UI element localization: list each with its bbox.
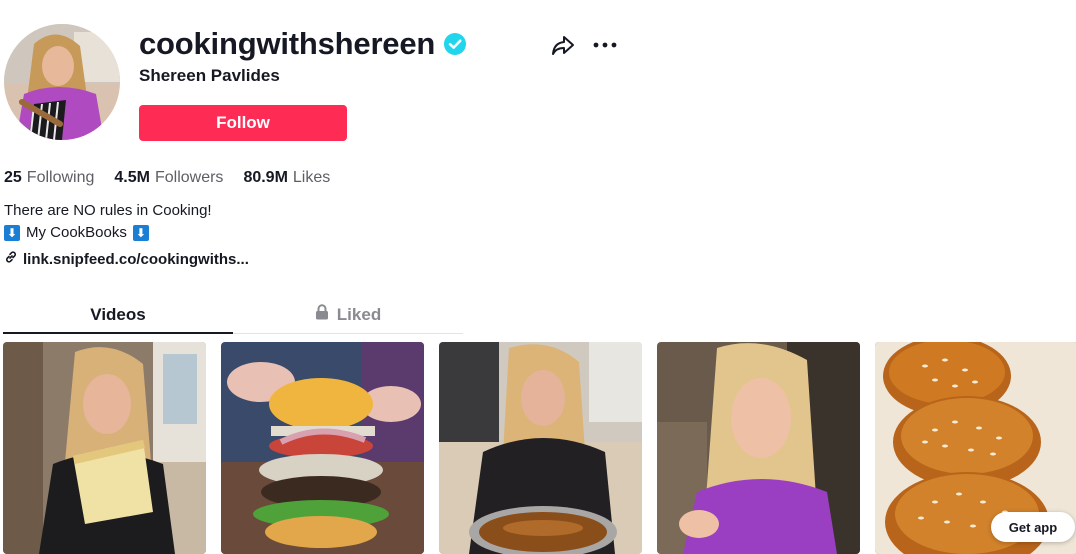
stat-value: 80.9M bbox=[243, 169, 288, 186]
profile-actions bbox=[550, 33, 618, 57]
stat-value: 4.5M bbox=[114, 169, 150, 186]
down-arrow-emoji: ⬇ bbox=[132, 225, 149, 241]
tab-videos[interactable]: Videos bbox=[3, 296, 233, 334]
tab-label: Videos bbox=[90, 304, 146, 324]
tab-liked[interactable]: Liked bbox=[233, 296, 463, 333]
username-row: cookingwithshereen bbox=[139, 24, 467, 64]
avatar[interactable] bbox=[4, 24, 120, 140]
lock-icon bbox=[315, 304, 329, 325]
profile-stats: 25 Following 4.5M Followers 80.9M Likes bbox=[4, 168, 330, 188]
link-icon bbox=[4, 250, 18, 268]
bio-cookbooks-text: My CookBooks bbox=[26, 224, 127, 241]
down-arrow-emoji: ⬇ bbox=[4, 225, 20, 241]
stat-followers[interactable]: 4.5M Followers bbox=[114, 168, 223, 188]
more-icon[interactable] bbox=[592, 33, 618, 57]
profile-tabs: Videos Liked bbox=[3, 296, 463, 334]
bio-line-2: ⬇ My CookBooks ⬇ bbox=[4, 222, 212, 244]
share-icon[interactable] bbox=[550, 33, 576, 57]
follow-button[interactable]: Follow bbox=[139, 105, 347, 141]
get-app-button[interactable]: Get app bbox=[991, 512, 1075, 542]
stat-value: 25 bbox=[4, 169, 22, 186]
profile-link[interactable]: link.snipfeed.co/cookingwiths... bbox=[4, 250, 249, 268]
bio: There are NO rules in Cooking! ⬇ My Cook… bbox=[4, 200, 212, 244]
stat-label: Likes bbox=[292, 169, 331, 186]
username: cookingwithshereen bbox=[139, 26, 436, 61]
profile-page: cookingwithshereen Shereen Pavlides Foll… bbox=[0, 0, 1076, 554]
tab-label: Liked bbox=[336, 304, 382, 324]
stat-likes: 80.9M Likes bbox=[243, 168, 330, 188]
video-thumbnail[interactable] bbox=[657, 342, 860, 554]
link-text: link.snipfeed.co/cookingwiths... bbox=[23, 250, 249, 268]
video-grid bbox=[3, 342, 1076, 554]
stat-label: Following bbox=[26, 169, 95, 186]
stat-label: Followers bbox=[154, 169, 224, 186]
video-thumbnail[interactable] bbox=[3, 342, 206, 554]
video-thumbnail[interactable] bbox=[221, 342, 424, 554]
verified-badge-icon bbox=[444, 33, 467, 55]
video-thumbnail[interactable] bbox=[439, 342, 642, 554]
nickname: Shereen Pavlides bbox=[139, 66, 280, 85]
stat-following[interactable]: 25 Following bbox=[4, 168, 94, 188]
bio-line-1: There are NO rules in Cooking! bbox=[4, 202, 212, 219]
